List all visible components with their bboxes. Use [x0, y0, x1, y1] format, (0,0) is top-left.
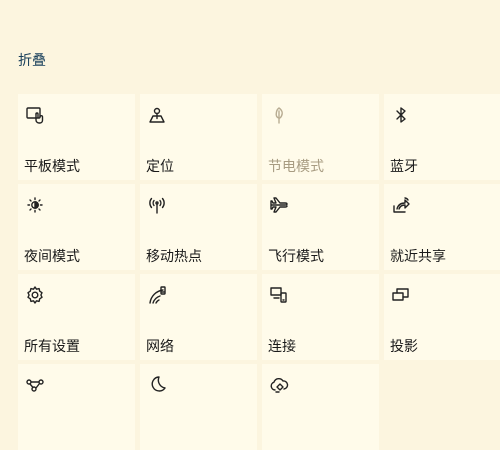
empty-tile — [384, 364, 500, 450]
airplane-icon — [268, 194, 290, 216]
tile-label: 平板模式 — [24, 159, 80, 175]
tile-tablet-mode[interactable]: 平板模式 — [18, 94, 135, 180]
tile-vpn[interactable] — [18, 364, 135, 450]
project-icon — [390, 284, 412, 306]
location-icon — [146, 104, 168, 126]
quick-actions-grid: 平板模式 定位 节电模式 蓝牙 夜间模式 移动热点 飞行模式 就近共享 所有设置… — [18, 94, 500, 450]
tile-quiet-hours[interactable] — [140, 364, 257, 450]
tile-label: 网络 — [146, 339, 174, 355]
tile-airplane-mode[interactable]: 飞行模式 — [262, 184, 379, 270]
tile-network[interactable]: 网络 — [140, 274, 257, 360]
moon-icon — [146, 374, 168, 396]
nearby-share-icon — [390, 194, 412, 216]
tile-connect[interactable]: 连接 — [262, 274, 379, 360]
focus-assist-icon — [268, 374, 290, 396]
battery-saver-icon — [268, 104, 290, 126]
tile-label: 节电模式 — [268, 159, 324, 175]
tile-label: 投影 — [390, 339, 418, 355]
tablet-mode-icon — [24, 104, 46, 126]
network-icon — [146, 284, 168, 306]
tile-focus-assist[interactable] — [262, 364, 379, 450]
tile-label: 连接 — [268, 339, 296, 355]
tile-mobile-hotspot[interactable]: 移动热点 — [140, 184, 257, 270]
tile-label: 所有设置 — [24, 339, 80, 355]
tile-label: 定位 — [146, 159, 174, 175]
gear-icon — [24, 284, 46, 306]
tile-all-settings[interactable]: 所有设置 — [18, 274, 135, 360]
tile-project[interactable]: 投影 — [384, 274, 500, 360]
bluetooth-icon — [390, 104, 412, 126]
night-light-icon — [24, 194, 46, 216]
tile-label: 飞行模式 — [268, 249, 324, 265]
tile-label: 就近共享 — [390, 249, 446, 265]
tile-label: 夜间模式 — [24, 249, 80, 265]
tile-label: 蓝牙 — [390, 159, 418, 175]
tile-location[interactable]: 定位 — [140, 94, 257, 180]
tile-battery-saver[interactable]: 节电模式 — [262, 94, 379, 180]
tile-label: 移动热点 — [146, 249, 202, 265]
connect-icon — [268, 284, 290, 306]
vpn-icon — [24, 374, 46, 396]
tile-nearby-share[interactable]: 就近共享 — [384, 184, 500, 270]
tile-night-light[interactable]: 夜间模式 — [18, 184, 135, 270]
tile-bluetooth[interactable]: 蓝牙 — [384, 94, 500, 180]
collapse-link[interactable]: 折叠 — [18, 50, 46, 70]
mobile-hotspot-icon — [146, 194, 168, 216]
